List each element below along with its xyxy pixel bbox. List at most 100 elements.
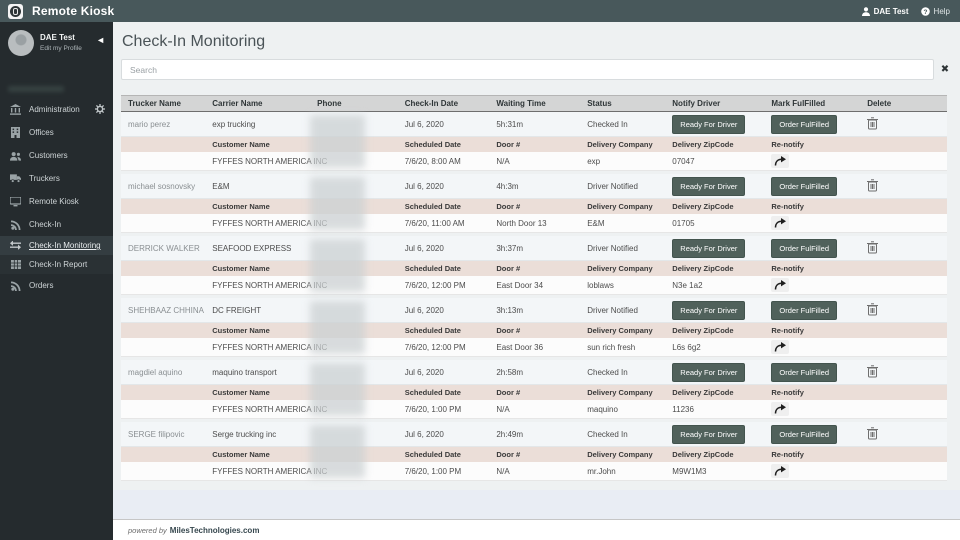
sub-value-row: FYFFES NORTH AMERICA INC 7/6/20, 11:00 A… [121,214,947,233]
sidebar-item-check-in[interactable]: Check-In [0,213,113,236]
edit-profile-link[interactable]: Edit my Profile [40,45,82,52]
re-notify-button[interactable] [771,216,790,230]
sub-column-header: Scheduled Date [404,264,461,273]
sub-column-header: Scheduled Date [404,450,461,459]
re-notify-button[interactable] [771,154,790,168]
sidebar-item-orders[interactable]: Orders [0,274,113,297]
ready-for-driver-button[interactable]: Ready For Driver [672,362,746,382]
sub-column-header: Re-notify [771,140,804,149]
table-icon [10,259,21,270]
search-bar: ✖ [121,59,956,80]
sub-column-header: Re-notify [771,326,804,335]
scheduled-date-cell: 7/6/20, 1:00 PM [404,466,462,476]
sidebar-item-check-in-report[interactable]: Check-In Report [0,255,113,274]
trucker-name-cell: magdiel aquino [128,367,183,377]
delete-button[interactable] [860,240,947,256]
order-fulfilled-button[interactable]: Order FulFilled [771,238,837,258]
app-logo-icon [8,3,23,19]
column-header: Mark FulFilled [771,99,826,108]
re-notify-button[interactable] [771,402,790,416]
user-menu[interactable]: DAE Test [861,7,909,16]
truck-icon [10,173,21,184]
sub-column-header: Customer Name [212,264,270,273]
gear-icon[interactable] [95,104,105,116]
sub-header-row: Customer Name Scheduled Date Door # Deli… [121,323,947,338]
scheduled-date-cell: 7/6/20, 8:00 AM [404,156,461,166]
delivery-zipcode-cell: 01705 [672,218,695,228]
sub-column-header: Delivery Company [587,326,653,335]
waiting-time-cell: 2h:58m [496,367,524,377]
table-row: magdiel aquino maquino transport Jul 6, … [121,360,947,385]
order-fulfilled-button[interactable]: Order FulFilled [771,176,837,196]
sidebar-item-check-in-monitoring[interactable]: Check-In Monitoring [0,236,113,255]
sub-column-header: Scheduled Date [404,326,461,335]
help-button[interactable]: ? Help [920,7,950,16]
column-header: Trucker Name [128,99,181,108]
order-fulfilled-button[interactable]: Order FulFilled [771,362,837,382]
trash-icon [867,426,879,439]
ready-for-driver-button[interactable]: Ready For Driver [672,424,746,444]
miles-technologies-link[interactable]: MilesTechnologies.com [170,526,260,535]
ready-for-driver-button[interactable]: Ready For Driver [672,176,746,196]
table-row: michael sosnovsky E&M Jul 6, 2020 4h:3m … [121,174,947,199]
delete-button[interactable] [860,302,947,318]
check-in-submenu: Check-In Monitoring Check-In Report [0,236,113,274]
svg-text:?: ? [923,8,927,15]
delivery-company-cell: E&M [587,218,605,228]
table-row: SHEHBAAZ CHHINA DC FREIGHT Jul 6, 2020 3… [121,298,947,323]
delivery-company-cell: mr.John [587,466,616,476]
carrier-name-cell: maquino transport [212,367,277,377]
delete-button[interactable] [860,426,947,442]
footer: powered by MilesTechnologies.com [113,520,960,540]
scheduled-date-cell: 7/6/20, 11:00 AM [404,218,465,228]
sub-column-header: Customer Name [212,140,270,149]
trash-icon [867,240,879,253]
order-fulfilled-button[interactable]: Order FulFilled [771,424,837,444]
powered-by-text: powered by [128,525,167,535]
delete-button[interactable] [860,364,947,380]
delete-button[interactable] [860,116,947,132]
sidebar-item-remote-kiosk[interactable]: Remote Kiosk [0,190,113,213]
clear-search-icon[interactable]: ✖ [934,59,956,80]
scheduled-date-cell: 7/6/20, 12:00 PM [404,280,466,290]
door-cell: N/A [496,156,510,166]
forward-arrow-icon [775,218,787,228]
trucker-name-cell: DERRICK WALKER [128,243,200,253]
scheduled-date-cell: 7/6/20, 1:00 PM [404,404,462,414]
forward-arrow-icon [775,280,787,290]
trash-icon [867,302,879,315]
collapse-sidebar-icon[interactable]: ◄ [96,35,105,45]
sub-column-header: Door # [496,450,521,459]
search-input[interactable] [121,59,934,80]
carrier-name-cell: exp trucking [212,119,256,129]
sidebar-item-administration[interactable]: Administration [0,98,113,121]
waiting-time-cell: 5h:31m [496,119,524,129]
order-fulfilled-button[interactable]: Order FulFilled [771,300,837,320]
trash-icon [867,364,879,377]
ready-for-driver-button[interactable]: Ready For Driver [672,300,746,320]
order-fulfilled-button[interactable]: Order FulFilled [771,114,837,134]
sub-column-header: Door # [496,202,521,211]
check-in-date-cell: Jul 6, 2020 [404,305,444,315]
sub-column-header: Door # [496,326,521,335]
sidebar-item-offices[interactable]: Offices [0,121,113,144]
sub-column-header: Delivery ZipCode [672,264,734,273]
sub-column-header: Customer Name [212,326,270,335]
status-cell: Checked In [587,367,628,377]
sidebar-item-customers[interactable]: Customers [0,144,113,167]
trucker-name-cell: SERGE filipovic [128,429,185,439]
ready-for-driver-button[interactable]: Ready For Driver [672,114,746,134]
desktop-icon [10,196,21,207]
status-cell: Driver Notified [587,243,638,253]
customer-name-cell: FYFFES NORTH AMERICA INC [212,404,328,414]
sidebar-item-truckers[interactable]: Truckers [0,167,113,190]
re-notify-button[interactable] [771,464,790,478]
re-notify-button[interactable] [771,340,790,354]
trucker-name-cell: mario perez [128,119,171,129]
page-title: Check-In Monitoring [122,33,266,50]
ready-for-driver-button[interactable]: Ready For Driver [672,238,746,258]
sub-column-header: Delivery Company [587,264,653,273]
delivery-company-cell: maquino [587,404,618,414]
re-notify-button[interactable] [771,278,790,292]
delete-button[interactable] [860,178,947,194]
